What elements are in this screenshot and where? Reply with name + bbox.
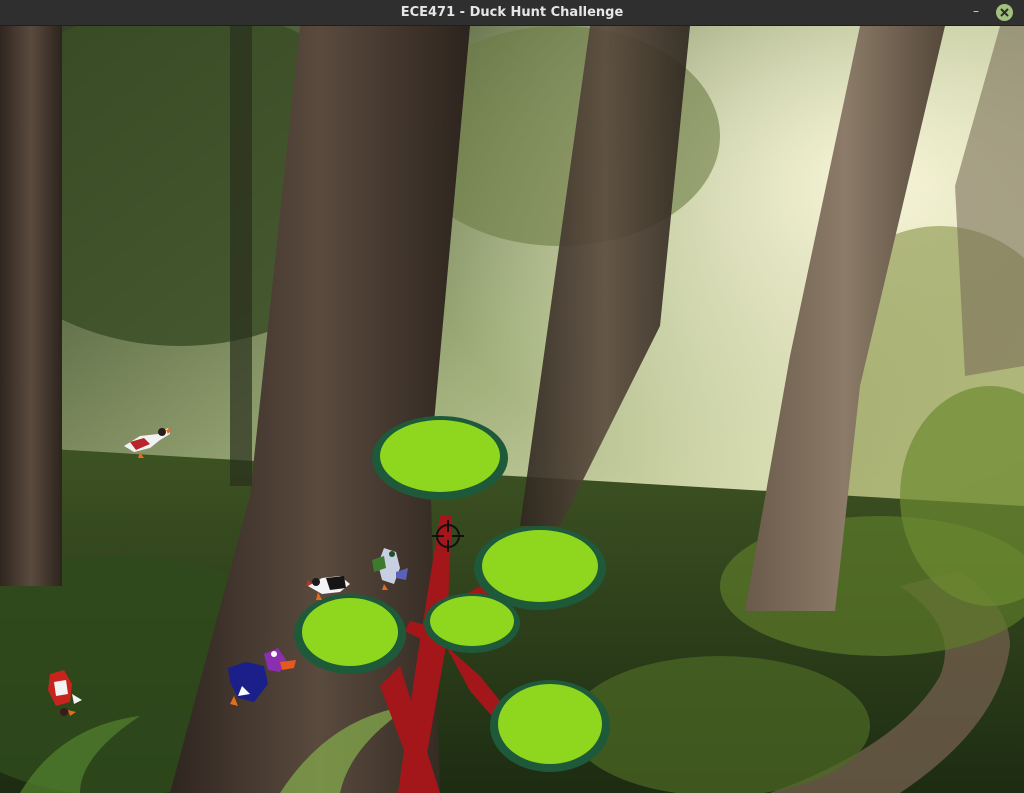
game-window: ECE471 - Duck Hunt Challenge – <box>0 0 1024 793</box>
close-icon <box>1000 8 1009 17</box>
duck-sprite-2[interactable] <box>306 570 352 602</box>
crosshair-icon <box>432 520 464 552</box>
duck-sprite-4[interactable] <box>42 666 84 718</box>
title-bar: ECE471 - Duck Hunt Challenge – <box>0 0 1024 26</box>
duck-sprite-3[interactable] <box>366 544 412 592</box>
game-canvas[interactable] <box>0 26 1024 793</box>
duck-sprite-5[interactable] <box>224 638 298 710</box>
window-title: ECE471 - Duck Hunt Challenge <box>400 5 624 20</box>
forest-background <box>0 26 1024 793</box>
minimize-button[interactable]: – <box>964 3 988 22</box>
duck-sprite-1[interactable] <box>120 422 172 460</box>
close-button[interactable] <box>996 4 1013 21</box>
